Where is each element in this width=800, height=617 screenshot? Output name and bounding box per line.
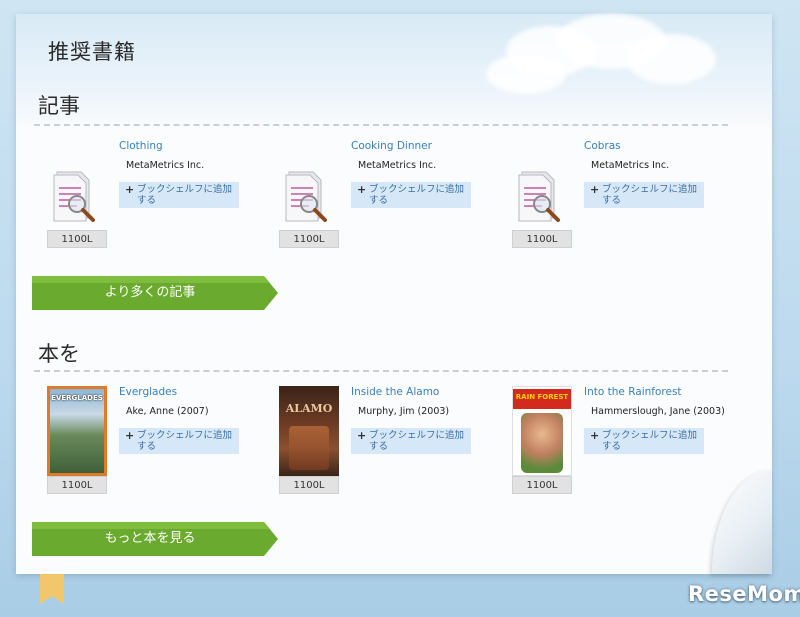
- add-to-bookshelf-label: ブックシェルフに追加する: [137, 430, 233, 452]
- add-to-bookshelf-label: ブックシェルフに追加する: [369, 184, 465, 206]
- article-source: MetaMetrics Inc.: [591, 160, 670, 171]
- article-thumbnail[interactable]: [47, 140, 107, 230]
- article-title-link[interactable]: Clothing: [119, 140, 163, 152]
- plus-icon: +: [125, 183, 135, 196]
- add-to-bookshelf-button[interactable]: + ブックシェルフに追加する: [584, 428, 704, 454]
- book-title-link[interactable]: Everglades: [119, 386, 177, 398]
- add-to-bookshelf-button[interactable]: + ブックシェルフに追加する: [119, 182, 239, 208]
- add-to-bookshelf-label: ブックシェルフに追加する: [602, 184, 698, 206]
- plus-icon: +: [357, 183, 367, 196]
- more-articles-button[interactable]: より多くの記事: [32, 276, 278, 310]
- cover-image: [521, 413, 563, 473]
- article-source: MetaMetrics Inc.: [358, 160, 437, 171]
- page-title: 推奨書籍: [48, 40, 136, 64]
- plus-icon: +: [357, 429, 367, 442]
- lexile-level: 1100L: [279, 476, 339, 494]
- book-cover[interactable]: RAIN FOREST: [512, 386, 572, 476]
- books-heading: 本を: [38, 342, 80, 366]
- lexile-level: 1100L: [47, 230, 107, 248]
- cover-title: RAIN FOREST: [515, 393, 569, 401]
- add-to-bookshelf-button[interactable]: + ブックシェルフに追加する: [584, 182, 704, 208]
- cover-image: [289, 426, 329, 470]
- lexile-level: 1100L: [512, 230, 572, 248]
- book-author: Hammerslough, Jane (2003): [591, 406, 725, 417]
- plus-icon: +: [590, 429, 600, 442]
- article-item: 1100L Clothing MetaMetrics Inc. + ブックシェル…: [47, 140, 247, 250]
- article-item: 1100L Cobras MetaMetrics Inc. + ブックシェルフに…: [512, 140, 712, 250]
- sky-header: [16, 14, 772, 132]
- cover-title: EVERGLADES: [51, 394, 103, 402]
- add-to-bookshelf-button[interactable]: + ブックシェルフに追加する: [119, 428, 239, 454]
- document-magnifier-icon: [518, 171, 560, 222]
- book-item: RAIN FOREST 1100L Into the Rainforest Ha…: [512, 386, 725, 496]
- brand-logo: ReseMom: [688, 582, 800, 606]
- document-magnifier-icon: [53, 171, 95, 222]
- more-books-button[interactable]: もっと本を見る: [32, 522, 278, 556]
- article-thumbnail[interactable]: [279, 140, 339, 230]
- add-to-bookshelf-button[interactable]: + ブックシェルフに追加する: [351, 428, 471, 454]
- book-item: EVERGLADES 1100L Everglades Ake, Anne (2…: [47, 386, 247, 496]
- section-divider: [34, 124, 728, 126]
- article-thumbnail[interactable]: [512, 140, 572, 230]
- book-cover[interactable]: EVERGLADES: [47, 386, 107, 476]
- book-author: Murphy, Jim (2003): [358, 406, 450, 417]
- lexile-level: 1100L: [512, 476, 572, 494]
- bookmark-ribbon-icon: [40, 574, 64, 604]
- articles-heading: 記事: [38, 94, 80, 118]
- book-title-link[interactable]: Inside the Alamo: [351, 386, 439, 398]
- add-to-bookshelf-label: ブックシェルフに追加する: [369, 430, 465, 452]
- plus-icon: +: [590, 183, 600, 196]
- book-title-link[interactable]: Into the Rainforest: [584, 386, 682, 398]
- article-title-link[interactable]: Cobras: [584, 140, 621, 152]
- article-source: MetaMetrics Inc.: [126, 160, 205, 171]
- more-books-label: もっと本を見る: [104, 531, 196, 546]
- add-to-bookshelf-button[interactable]: + ブックシェルフに追加する: [351, 182, 471, 208]
- add-to-bookshelf-label: ブックシェルフに追加する: [602, 430, 698, 452]
- cloud-decoration: [486, 54, 566, 94]
- lexile-level: 1100L: [279, 230, 339, 248]
- cloud-decoration: [626, 34, 716, 84]
- add-to-bookshelf-label: ブックシェルフに追加する: [137, 184, 233, 206]
- book-item: ALAMO 1100L Inside the Alamo Murphy, Jim…: [279, 386, 479, 496]
- more-articles-label: より多くの記事: [104, 285, 196, 300]
- article-title-link[interactable]: Cooking Dinner: [351, 140, 432, 152]
- cover-title: ALAMO: [285, 402, 333, 415]
- document-magnifier-icon: [285, 171, 327, 222]
- plus-icon: +: [125, 429, 135, 442]
- book-author: Ake, Anne (2007): [126, 406, 209, 417]
- lexile-level: 1100L: [47, 476, 107, 494]
- book-cover[interactable]: ALAMO: [279, 386, 339, 476]
- section-divider: [34, 370, 728, 372]
- article-item: 1100L Cooking Dinner MetaMetrics Inc. + …: [279, 140, 479, 250]
